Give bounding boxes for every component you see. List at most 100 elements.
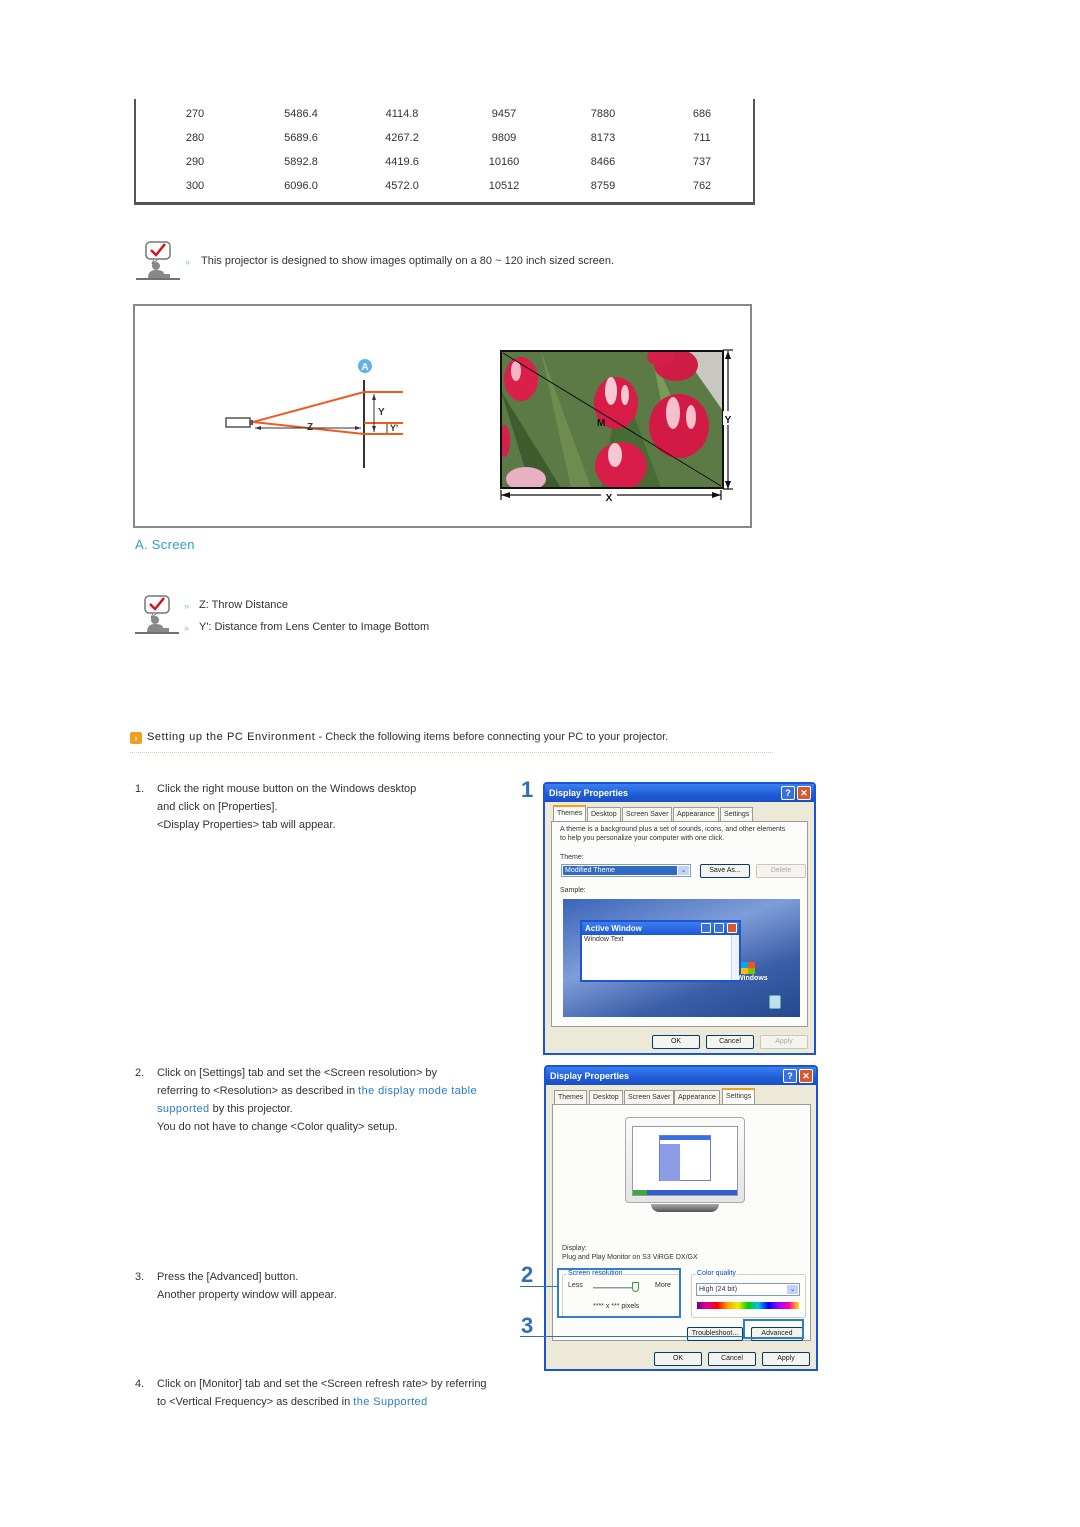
checkmark-person-icon [135, 595, 179, 634]
theme-select[interactable]: Modified Theme ⌄ [561, 864, 691, 877]
delete-button[interactable]: Delete [756, 864, 806, 878]
table-row: 290 5892.8 4419.6 10160 8466 737 [136, 156, 753, 180]
table-cell: 8173 [590, 132, 616, 144]
screen-window [659, 1135, 711, 1181]
step-number: 1. [135, 783, 145, 795]
tab-desktop[interactable]: Desktop [587, 807, 621, 821]
table-cell: 7880 [590, 108, 616, 120]
section-label-screen: A. Screen [135, 537, 195, 552]
tab-settings[interactable]: Settings [720, 807, 754, 821]
note-item-throw-distance: Z: Throw Distance [199, 599, 289, 611]
cancel-button[interactable]: Cancel [708, 1352, 756, 1366]
throw-distance-table: 270 5486.4 4114.8 9457 7880 686 280 5689… [134, 99, 755, 205]
table-cell: 9457 [491, 108, 517, 120]
heading-title: Setting up the PC Environment [147, 731, 316, 743]
color-quality-group: Color quality High (24 bit) ⌄ [691, 1270, 806, 1318]
callout-2: 2 [521, 1262, 534, 1287]
minimize-icon [701, 923, 711, 933]
tab-appearance[interactable]: Appearance [674, 1090, 720, 1104]
table-cell: 5486.4 [284, 108, 318, 120]
color-quality-label: Color quality [696, 1270, 737, 1277]
sample-window-text: Window Text [584, 936, 624, 943]
callout-2-line [520, 1286, 558, 1287]
table-cell: 10512 [488, 180, 520, 192]
table-cell: 5892.8 [284, 156, 318, 168]
table-cell: 9809 [491, 132, 517, 144]
table-cell: 686 [692, 108, 712, 120]
tab-settings[interactable]: Settings [722, 1088, 756, 1104]
label-y-prime: Y' [390, 423, 398, 433]
monitor-preview [625, 1117, 745, 1203]
color-quality-value: High (24 bit) [699, 1286, 738, 1293]
chevron-down-icon[interactable]: ⌄ [787, 1285, 798, 1294]
ok-button[interactable]: OK [652, 1035, 700, 1049]
dialog-tabs: Themes Desktop Screen Saver Appearance S… [552, 1088, 810, 1104]
color-spectrum-bar [697, 1302, 799, 1309]
maximize-icon [714, 923, 724, 933]
close-button[interactable]: ✕ [797, 786, 811, 800]
tab-screen-saver[interactable]: Screen Saver [622, 807, 673, 821]
step-text: Click the right mouse button on the Wind… [157, 783, 417, 795]
close-button[interactable]: ✕ [799, 1069, 813, 1083]
monitor-screen [632, 1126, 738, 1196]
table-cell: 4267.2 [385, 132, 419, 144]
cancel-button[interactable]: Cancel [706, 1035, 754, 1049]
orange-arrow-icon: › [130, 732, 142, 744]
help-button[interactable]: ? [781, 786, 795, 800]
theme-label: Theme: [560, 854, 584, 861]
display-properties-dialog-themes: Display Properties ? ✕ Themes Desktop Sc… [543, 782, 816, 1055]
dialog-title-bar: Display Properties ? ✕ [545, 784, 814, 802]
display-mode-table-link-cont[interactable]: supported [157, 1103, 210, 1115]
table-row: 270 5486.4 4114.8 9457 7880 686 [136, 108, 753, 132]
chevron-down-icon[interactable]: ⌄ [678, 866, 689, 875]
theme-sample-preview: Active Window Window Text Windows [563, 899, 800, 1017]
step-number: 4. [135, 1378, 145, 1390]
projector-icon [225, 417, 251, 428]
step-text: Press the [Advanced] button. [157, 1271, 299, 1283]
table-cell: 6096.0 [284, 180, 318, 192]
table-row: 280 5689.6 4267.2 9809 8173 711 [136, 132, 753, 156]
marker-a-label: A [361, 362, 368, 373]
pc-environment-heading: › Setting up the PC Environment - Check t… [130, 731, 668, 744]
troubleshoot-button[interactable]: Troubleshoot... [687, 1327, 743, 1341]
table-cell: 4114.8 [385, 108, 419, 120]
color-quality-select[interactable]: High (24 bit) ⌄ [696, 1283, 800, 1296]
tab-appearance[interactable]: Appearance [673, 807, 719, 821]
callout-box-advanced [743, 1319, 804, 1339]
save-as-button[interactable]: Save As... [700, 864, 750, 878]
close-icon [727, 923, 737, 933]
apply-button[interactable]: Apply [760, 1035, 808, 1049]
display-mode-table-link[interactable]: the display mode table [358, 1085, 477, 1097]
sample-active-window: Active Window Window Text [580, 920, 741, 982]
section-divider [130, 752, 773, 753]
sample-label: Sample: [560, 887, 586, 894]
sample-window-title: Active Window [582, 922, 739, 935]
tab-themes[interactable]: Themes [553, 805, 587, 821]
step-text: Another property window will appear. [157, 1289, 337, 1301]
supported-link[interactable]: the Supported [353, 1396, 427, 1408]
help-button[interactable]: ? [783, 1069, 797, 1083]
ok-button[interactable]: OK [654, 1352, 702, 1366]
apply-button[interactable]: Apply [762, 1352, 810, 1366]
label-z: Z [307, 422, 313, 433]
table-cell: 290 [185, 156, 205, 168]
step-text: and click on [Properties]. [157, 801, 278, 813]
table-cell: 5689.6 [284, 132, 318, 144]
monitor-stand [651, 1204, 719, 1212]
screen-taskbar [633, 1190, 737, 1195]
table-cell: 711 [693, 132, 711, 144]
tab-themes[interactable]: Themes [554, 1090, 588, 1104]
bullet-arrow-icon: » [184, 623, 190, 633]
table-row: 300 6096.0 4572.0 10512 8759 762 [136, 180, 753, 204]
table-cell: 270 [185, 108, 205, 120]
tab-screen-saver[interactable]: Screen Saver [624, 1090, 675, 1104]
display-value: Plug and Play Monitor on S3 ViRGE DX/GX [562, 1254, 698, 1261]
themes-panel: A theme is a background plus a set of so… [551, 821, 808, 1027]
step-text: Click on [Monitor] tab and set the <Scre… [157, 1378, 487, 1390]
tab-desktop[interactable]: Desktop [589, 1090, 623, 1104]
sample-scrollbar [731, 935, 739, 980]
screen-dimension-arrows: Y X [500, 349, 733, 504]
table-cell: 762 [692, 180, 712, 192]
callout-box-resolution [557, 1268, 681, 1318]
theme-select-value: Modified Theme [563, 866, 677, 875]
